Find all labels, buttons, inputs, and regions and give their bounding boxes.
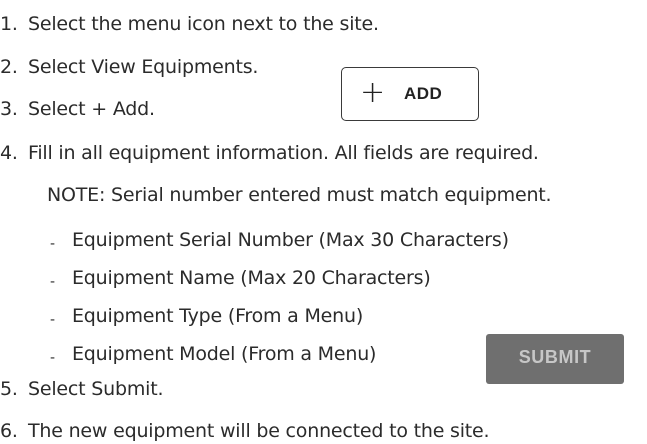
step-text: Fill in all equipment information. All f…: [28, 142, 539, 164]
step-text: Select Submit.: [28, 378, 164, 400]
step-text: Select the menu icon next to the site.: [28, 13, 379, 35]
field-item-text: Equipment Serial Number (Max 30 Characte…: [72, 229, 509, 251]
add-button-label: ADD: [404, 84, 443, 103]
step-number: 2.: [0, 56, 18, 78]
step-number: 1.: [0, 13, 18, 35]
bullet-dash: -: [50, 312, 55, 328]
step-number: 4.: [0, 142, 18, 164]
bullet-dash: -: [50, 350, 55, 366]
bullet-dash: -: [50, 274, 55, 290]
step-number: 6.: [0, 420, 18, 442]
submit-button[interactable]: SUBMIT: [486, 334, 624, 384]
note-text: NOTE: Serial number entered must match e…: [47, 184, 552, 206]
step-text: Select + Add.: [28, 98, 155, 120]
step-number: 5.: [0, 378, 18, 400]
field-item-text: Equipment Name (Max 20 Characters): [72, 267, 431, 289]
field-item-text: Equipment Type (From a Menu): [72, 305, 364, 327]
bullet-dash: -: [50, 236, 55, 252]
plus-icon: +: [360, 75, 386, 110]
submit-button-label: SUBMIT: [518, 347, 592, 367]
step-number: 3.: [0, 98, 18, 120]
field-item-text: Equipment Model (From a Menu): [72, 343, 377, 365]
add-button[interactable]: + ADD: [341, 67, 479, 121]
step-text: Select View Equipments.: [28, 56, 259, 78]
step-text: The new equipment will be connected to t…: [28, 420, 490, 442]
